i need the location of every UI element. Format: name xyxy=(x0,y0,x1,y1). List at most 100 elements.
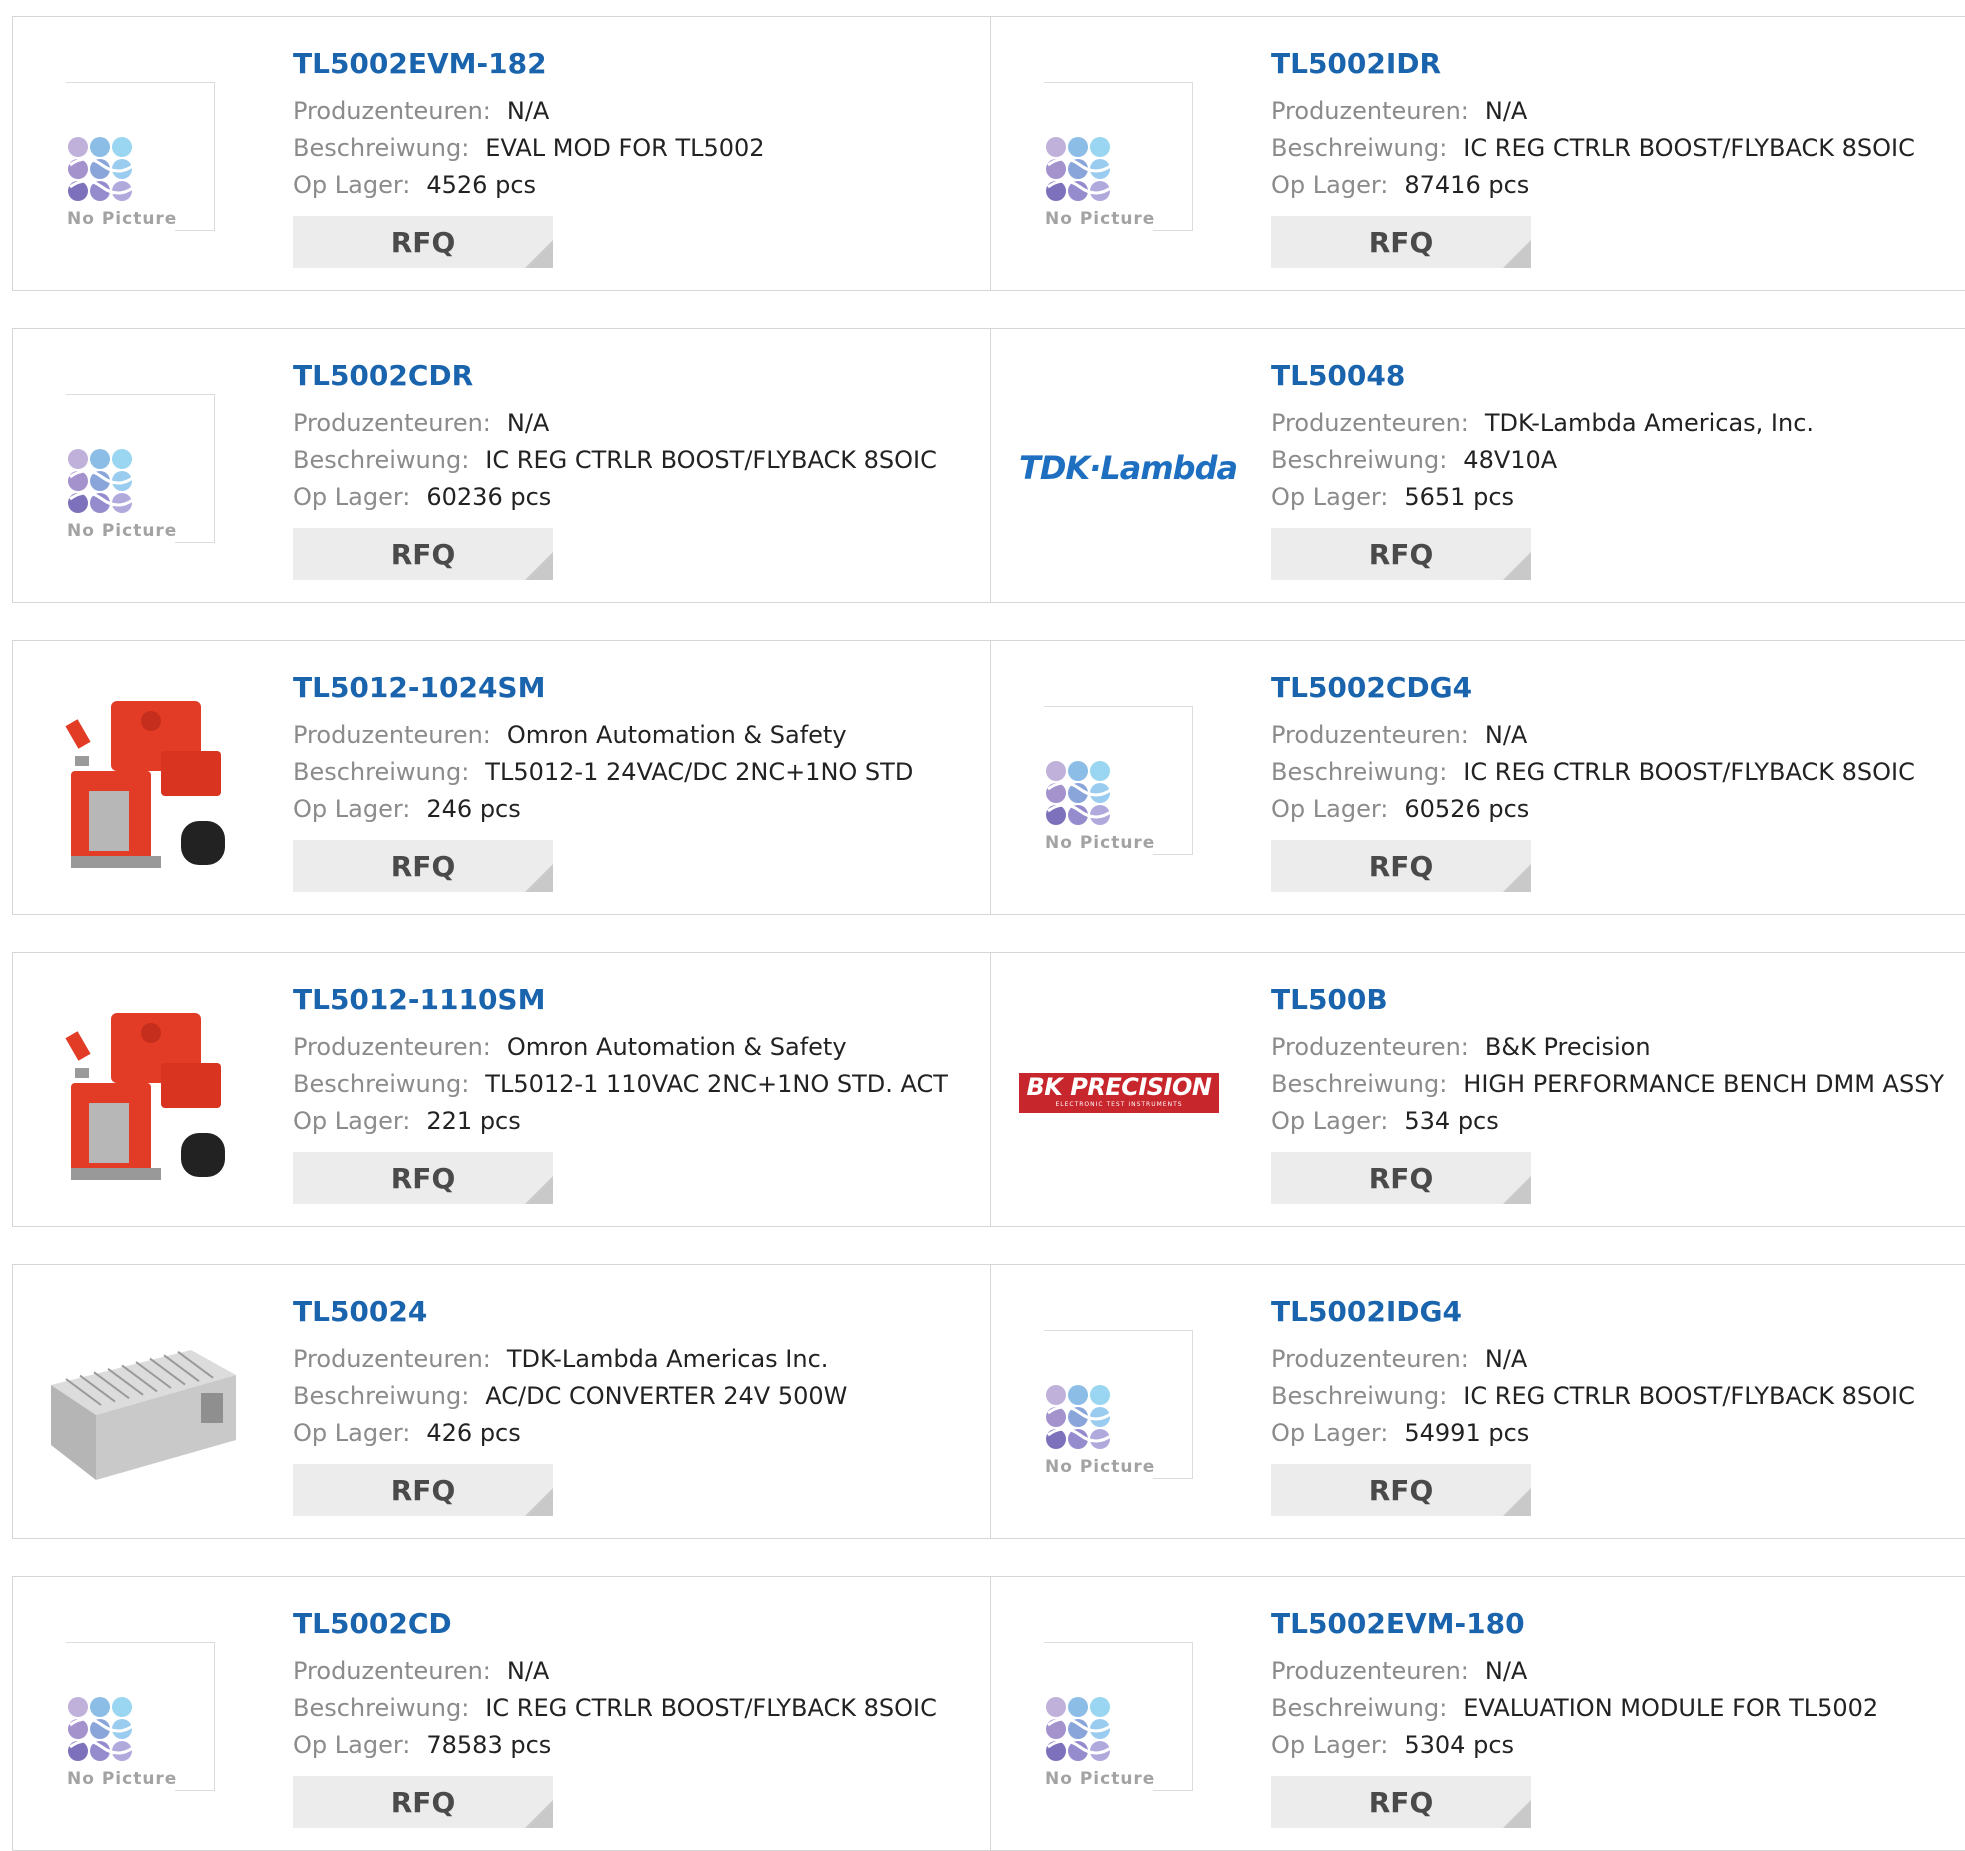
product-image[interactable]: BK PRECISION ELECTRONIC TEST INSTRUMENTS xyxy=(1019,993,1219,1193)
button-corner-triangle xyxy=(1503,1488,1531,1516)
power-supply-photo xyxy=(51,1350,236,1480)
product-card: BK PRECISION ELECTRONIC TEST INSTRUMENTS … xyxy=(990,952,1965,1227)
description-value: AC/DC CONVERTER 24V 500W xyxy=(485,1382,848,1410)
no-picture-text: No Picture xyxy=(67,209,178,229)
product-image[interactable]: No Picture xyxy=(41,1617,241,1817)
safety-switch-photo xyxy=(65,1013,225,1180)
rfq-button[interactable]: RFQ xyxy=(1271,1776,1531,1828)
description-label: Beschreiwung: xyxy=(1271,1070,1448,1098)
manufacturer-label: Produzenteuren: xyxy=(1271,97,1469,125)
product-title-link[interactable]: TL5002CDR xyxy=(293,359,473,392)
manufacturer-value: N/A xyxy=(506,1657,550,1685)
rfq-button[interactable]: RFQ xyxy=(1271,1464,1531,1516)
stock-label: Op Lager: xyxy=(1271,483,1389,511)
rfq-button[interactable]: RFQ xyxy=(293,1464,553,1516)
bk-logo-wordmark: BK PRECISION xyxy=(1026,1073,1212,1101)
manufacturer-label: Produzenteuren: xyxy=(293,721,491,749)
description-row: Beschreiwung: EVALUATION MODULE FOR TL500… xyxy=(1271,1694,1878,1722)
product-title-link[interactable]: TL5002IDR xyxy=(1271,47,1441,80)
description-label: Beschreiwung: xyxy=(1271,1694,1448,1722)
no-picture-icon xyxy=(68,449,135,513)
manufacturer-row: Produzenteuren: N/A xyxy=(293,97,549,125)
product-image[interactable]: No Picture xyxy=(1019,1305,1219,1505)
product-title-link[interactable]: TL5002IDG4 xyxy=(1271,1295,1462,1328)
product-title-link[interactable]: TL50048 xyxy=(1271,359,1405,392)
product-title-link[interactable]: TL5002EVM-182 xyxy=(293,47,547,80)
product-title-link[interactable]: TL5012-1024SM xyxy=(293,671,545,704)
manufacturer-value: N/A xyxy=(1484,721,1528,749)
no-picture-text: No Picture xyxy=(67,1769,178,1789)
product-image[interactable] xyxy=(41,1305,241,1505)
product-title-link[interactable]: TL5012-1110SM xyxy=(293,983,545,1016)
stock-value: 5651 pcs xyxy=(1404,483,1515,511)
stock-row: Op Lager: 60526 pcs xyxy=(1271,795,1529,823)
description-label: Beschreiwung: xyxy=(1271,1382,1448,1410)
product-card: No Picture TL5002EVM-182 Produzenteuren:… xyxy=(12,16,990,291)
description-value: TL5012-1 110VAC 2NC+1NO STD. ACT xyxy=(485,1070,948,1098)
product-title-link[interactable]: TL5002EVM-180 xyxy=(1271,1607,1525,1640)
manufacturer-label: Produzenteuren: xyxy=(1271,409,1469,437)
manufacturer-label: Produzenteuren: xyxy=(1271,721,1469,749)
description-label: Beschreiwung: xyxy=(293,1070,470,1098)
rfq-button-label: RFQ xyxy=(1368,537,1434,571)
button-corner-triangle xyxy=(525,1800,553,1828)
product-card: TL5012-1024SM Produzenteuren: Omron Autom… xyxy=(12,640,990,915)
stock-label: Op Lager: xyxy=(1271,795,1389,823)
stock-row: Op Lager: 426 pcs xyxy=(293,1419,521,1447)
product-image[interactable]: No Picture xyxy=(1019,57,1219,257)
rfq-button[interactable]: RFQ xyxy=(1271,1152,1531,1204)
stock-value: 221 pcs xyxy=(426,1107,521,1135)
product-image[interactable] xyxy=(41,993,241,1193)
product-image[interactable]: No Picture xyxy=(41,369,241,569)
description-value: IC REG CTRLR BOOST/FLYBACK 8SOIC xyxy=(1463,134,1915,162)
rfq-button-label: RFQ xyxy=(1368,225,1434,259)
product-image[interactable] xyxy=(41,681,241,881)
product-title-link[interactable]: TL500B xyxy=(1271,983,1388,1016)
rfq-button[interactable]: RFQ xyxy=(293,840,553,892)
rfq-button[interactable]: RFQ xyxy=(293,528,553,580)
stock-row: Op Lager: 246 pcs xyxy=(293,795,521,823)
product-card: No Picture TL5002IDG4 Produzenteuren: N/A… xyxy=(990,1264,1965,1539)
manufacturer-value: N/A xyxy=(506,409,550,437)
product-title-link[interactable]: TL5002CD xyxy=(293,1607,452,1640)
manufacturer-label: Produzenteuren: xyxy=(293,1657,491,1685)
product-image[interactable]: No Picture xyxy=(41,57,241,257)
button-corner-triangle xyxy=(1503,552,1531,580)
description-value: IC REG CTRLR BOOST/FLYBACK 8SOIC xyxy=(1463,1382,1915,1410)
product-image[interactable]: TDK·Lambda xyxy=(1019,369,1238,569)
rfq-button[interactable]: RFQ xyxy=(1271,840,1531,892)
rfq-button-label: RFQ xyxy=(390,537,456,571)
safety-switch-photo xyxy=(65,701,225,868)
rfq-button[interactable]: RFQ xyxy=(293,216,553,268)
product-title-link[interactable]: TL50024 xyxy=(293,1295,427,1328)
stock-row: Op Lager: 87416 pcs xyxy=(1271,171,1529,199)
stock-row: Op Lager: 4526 pcs xyxy=(293,171,536,199)
product-card: TL50024 Produzenteuren: TDK-Lambda Americ… xyxy=(12,1264,990,1539)
description-label: Beschreiwung: xyxy=(1271,446,1448,474)
stock-value: 60236 pcs xyxy=(426,483,552,511)
product-title-link[interactable]: TL5002CDG4 xyxy=(1271,671,1472,704)
product-image[interactable]: No Picture xyxy=(1019,1617,1219,1817)
description-row: Beschreiwung: IC REG CTRLR BOOST/FLYBACK … xyxy=(293,1694,937,1722)
manufacturer-row: Produzenteuren: N/A xyxy=(1271,1345,1527,1373)
manufacturer-row: Produzenteuren: N/A xyxy=(293,1657,549,1685)
stock-value: 4526 pcs xyxy=(426,171,537,199)
description-label: Beschreiwung: xyxy=(293,1382,470,1410)
description-label: Beschreiwung: xyxy=(1271,758,1448,786)
product-card: No Picture TL5002CDG4 Produzenteuren: N/A… xyxy=(990,640,1965,915)
no-picture-icon xyxy=(68,137,135,201)
rfq-button-label: RFQ xyxy=(1368,1785,1434,1819)
rfq-button[interactable]: RFQ xyxy=(293,1776,553,1828)
rfq-button[interactable]: RFQ xyxy=(293,1152,553,1204)
manufacturer-row: Produzenteuren: N/A xyxy=(1271,1657,1527,1685)
stock-label: Op Lager: xyxy=(1271,1419,1389,1447)
rfq-button-label: RFQ xyxy=(1368,1473,1434,1507)
stock-label: Op Lager: xyxy=(293,171,411,199)
product-image[interactable]: No Picture xyxy=(1019,681,1219,881)
rfq-button[interactable]: RFQ xyxy=(1271,216,1531,268)
button-corner-triangle xyxy=(1503,1800,1531,1828)
button-corner-triangle xyxy=(1503,864,1531,892)
no-picture-text: No Picture xyxy=(1045,1769,1156,1789)
description-value: IC REG CTRLR BOOST/FLYBACK 8SOIC xyxy=(1463,758,1915,786)
rfq-button[interactable]: RFQ xyxy=(1271,528,1531,580)
